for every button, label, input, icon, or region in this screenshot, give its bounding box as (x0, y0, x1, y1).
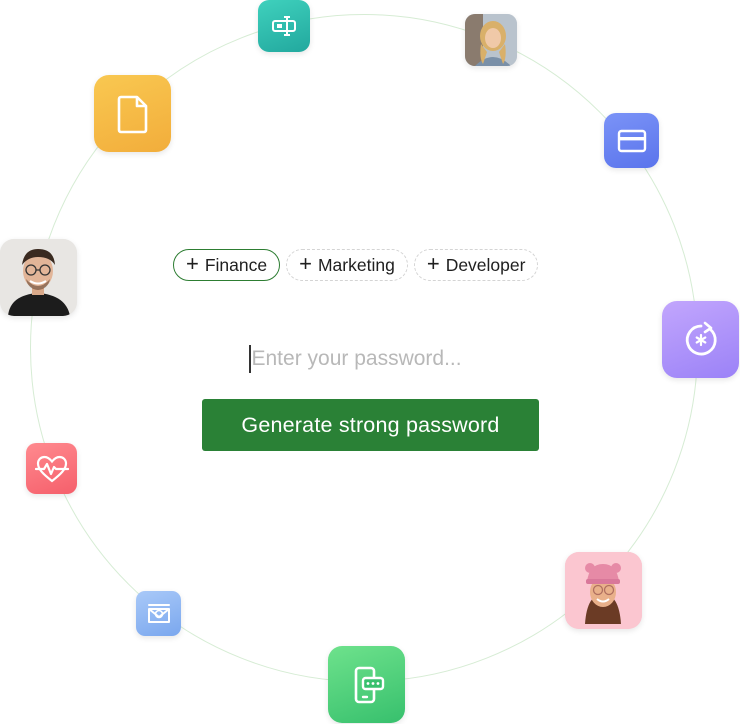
plus-icon: + (186, 251, 199, 276)
avatar-man-glasses (0, 239, 77, 316)
text-caret (249, 345, 251, 373)
avatar-woman-blonde (465, 14, 517, 66)
tag-chip-finance[interactable]: + Finance (173, 249, 281, 281)
plus-icon: + (426, 251, 440, 276)
tag-label: Developer (445, 254, 526, 275)
tag-chip-marketing[interactable]: + Marketing (286, 249, 408, 281)
password-reset-icon (662, 301, 739, 378)
phone-otp-icon (328, 646, 405, 723)
mail-icon (136, 591, 181, 636)
avatar-memoji-pink-hat (565, 552, 642, 629)
credit-card-icon (604, 113, 659, 168)
document-icon (94, 75, 171, 152)
tag-label: Finance (204, 254, 268, 275)
password-field[interactable] (249, 343, 549, 375)
plus-icon: + (299, 251, 312, 276)
generate-password-button[interactable]: Generate strong password (202, 399, 539, 451)
heartbeat-icon (26, 443, 77, 494)
password-input[interactable] (251, 347, 532, 371)
tag-label: Marketing (317, 254, 395, 275)
tag-chips: + Finance + Marketing + Developer (173, 249, 539, 281)
tag-chip-developer[interactable]: + Developer (413, 249, 539, 281)
text-field-icon (258, 0, 310, 52)
